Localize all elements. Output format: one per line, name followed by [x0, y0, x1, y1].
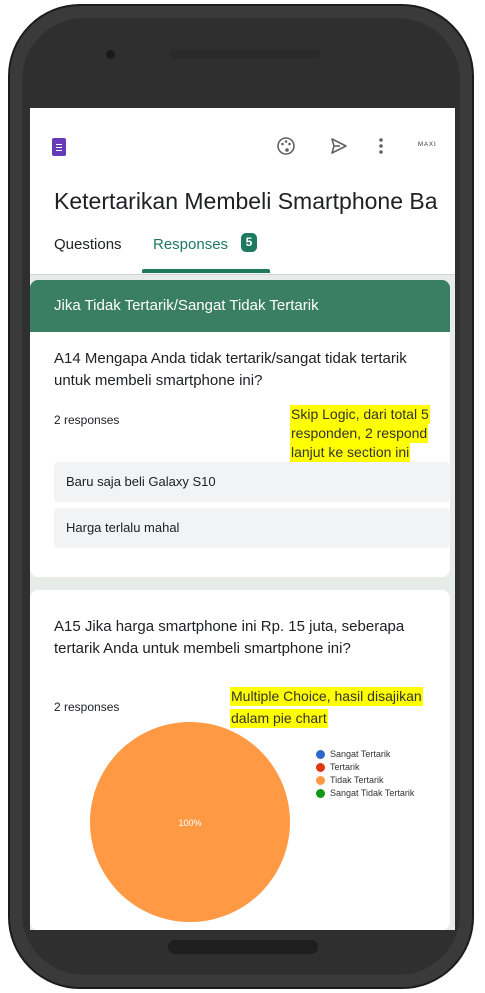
tab-questions[interactable]: Questions	[54, 236, 122, 253]
answer-item: Baru saja beli Galaxy S10	[54, 462, 450, 502]
response-count: 2 responses	[54, 700, 120, 714]
annotation-line: Multiple Choice, hasil disajikan	[230, 687, 423, 706]
form-header: MAXI Ketertarikan Membeli Smartphone Ba …	[30, 108, 455, 275]
answer-item: Harga terlalu mahal	[54, 508, 450, 548]
legend-item[interactable]: Sangat Tertarik	[316, 748, 414, 761]
legend-swatch	[316, 776, 325, 785]
legend-label: Tidak Tertarik	[330, 775, 384, 785]
annotation-line: Skip Logic, dari total 5	[290, 405, 430, 424]
speaker-grille	[170, 49, 320, 59]
tab-responses[interactable]: Responses	[153, 236, 228, 253]
question-title: A15 Jika harga smartphone ini Rp. 15 jut…	[54, 618, 405, 657]
question-card: A15 Jika harga smartphone ini Rp. 15 jut…	[30, 590, 450, 930]
account-avatar[interactable]: MAXI	[418, 142, 437, 148]
google-forms-icon[interactable]	[52, 138, 66, 156]
question-title: A14 Mengapa Anda tidak tertarik/sangat t…	[54, 350, 407, 389]
response-count: 2 responses	[54, 413, 120, 427]
more-vert-icon[interactable]	[376, 136, 386, 160]
responses-count-badge: 5	[241, 233, 257, 252]
legend-swatch	[316, 763, 325, 772]
pie-chart: 100%	[90, 722, 290, 927]
form-title: Ketertarikan Membeli Smartphone Ba	[54, 188, 438, 214]
legend-item[interactable]: Tertarik	[316, 761, 414, 774]
annotation-line: lanjut ke section ini	[290, 443, 411, 462]
legend-label: Tertarik	[330, 762, 360, 772]
active-tab-indicator	[142, 269, 270, 273]
annotation-line: responden, 2 respond	[290, 424, 429, 443]
legend-label: Sangat Tidak Tertarik	[330, 788, 415, 798]
home-bar[interactable]	[168, 940, 318, 954]
annotation-line: dalam pie chart	[230, 709, 328, 728]
slice-label: 100%	[178, 818, 201, 828]
chart-legend: Sangat Tertarik Tertarik Tidak Tertarik …	[316, 748, 414, 800]
legend-label: Sangat Tertarik	[330, 749, 391, 759]
send-icon[interactable]	[329, 136, 349, 160]
legend-swatch	[316, 750, 325, 759]
palette-icon[interactable]	[276, 136, 296, 160]
section-header: Jika Tidak Tertarik/Sangat Tidak Tertari…	[30, 280, 450, 332]
legend-item[interactable]: Sangat Tidak Tertarik	[316, 787, 414, 800]
app-screen: MAXI Ketertarikan Membeli Smartphone Ba …	[30, 108, 455, 930]
camera-icon	[106, 50, 115, 59]
legend-item[interactable]: Tidak Tertarik	[316, 774, 414, 787]
legend-swatch	[316, 789, 325, 798]
